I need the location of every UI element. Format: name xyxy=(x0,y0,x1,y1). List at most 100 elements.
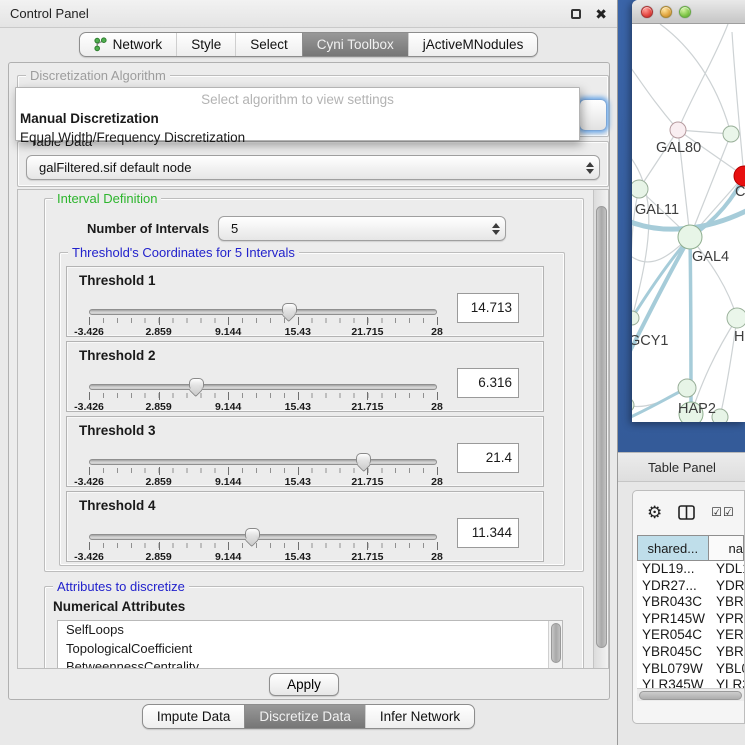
interval-definition-group: Interval Definition Number of Intervals … xyxy=(44,198,584,572)
tab-jactivemnodules[interactable]: jActiveMNodules xyxy=(408,33,538,56)
close-icon[interactable]: ✖ xyxy=(595,9,607,19)
threshold-1-value-field[interactable]: 14.713 xyxy=(457,293,519,323)
column-header-name[interactable]: na xyxy=(709,535,744,561)
number-of-intervals-combobox[interactable]: 5 xyxy=(218,216,506,241)
table-row[interactable]: YBL079WYBL0 xyxy=(637,661,744,678)
table-panel-card: ⚙ ☑☑ shared... na YDL19...YDL1 YDR27...Y… xyxy=(632,490,745,724)
list-item[interactable]: BetweennessCentrality xyxy=(58,658,562,669)
table-row[interactable]: YER054CYER0 xyxy=(637,627,744,644)
vertical-scrollbar[interactable] xyxy=(593,190,608,668)
top-tab-group: Network Style Select Cyni Toolbox jActiv… xyxy=(79,32,539,57)
table-row[interactable]: YDL19...YDL1 xyxy=(637,561,744,578)
node[interactable] xyxy=(632,398,634,412)
tab-discretize-data[interactable]: Discretize Data xyxy=(244,705,365,728)
threshold-1-slider[interactable]: -3.4262.8599.14415.4321.71528 xyxy=(89,303,437,337)
threshold-2-value-field[interactable]: 6.316 xyxy=(457,368,519,398)
split-columns-icon[interactable] xyxy=(678,505,695,520)
table-data-combobox[interactable]: galFiltered.sif default node xyxy=(26,155,600,180)
gear-icon[interactable]: ⚙ xyxy=(647,504,662,521)
network-icon xyxy=(94,37,107,52)
threshold-3-slider[interactable]: -3.4262.8599.14415.4321.71528 xyxy=(89,453,437,487)
threshold-coordinates-label: Threshold's Coordinates for 5 Intervals xyxy=(68,245,299,260)
threshold-4-panel: Threshold 4 -3.4262.8599.14415.4321.7152… xyxy=(66,491,544,562)
node-label-gal80: GAL80 xyxy=(656,140,701,156)
node-gal4[interactable] xyxy=(678,225,702,249)
slider-handle[interactable] xyxy=(282,303,297,320)
slider-handle[interactable] xyxy=(245,528,260,545)
vertical-scrollbar-thumb[interactable] xyxy=(596,206,607,648)
slider-track[interactable] xyxy=(89,534,437,540)
table-row[interactable]: YBR045CYBR0 xyxy=(637,644,744,661)
cyni-toolbox-panel: Discretization Algorithm Table Data galF… xyxy=(8,62,610,700)
threshold-3-value-field[interactable]: 21.4 xyxy=(457,443,519,473)
column-header-shared[interactable]: shared... xyxy=(637,535,709,561)
algorithm-combobox[interactable] xyxy=(579,99,607,131)
table-row[interactable]: YDR27...YDR2 xyxy=(637,578,744,595)
numerical-attributes-list: SelfLoops TopologicalCoefficient Between… xyxy=(57,620,563,669)
slider-handle[interactable] xyxy=(189,378,204,395)
network-window-titlebar[interactable] xyxy=(632,0,745,24)
node-selected-red[interactable] xyxy=(734,166,745,186)
slider-handle[interactable] xyxy=(356,453,371,470)
zoom-traffic-light[interactable] xyxy=(679,6,691,18)
list-item[interactable]: TopologicalCoefficient xyxy=(58,640,562,659)
slider-track[interactable] xyxy=(89,459,437,465)
tab-infer-network[interactable]: Infer Network xyxy=(365,705,474,728)
list-scrollbar[interactable] xyxy=(548,621,562,669)
threshold-4-value-field[interactable]: 11.344 xyxy=(457,518,519,548)
close-traffic-light[interactable] xyxy=(641,6,653,18)
horizontal-scrollbar[interactable] xyxy=(637,688,744,701)
tab-impute-data[interactable]: Impute Data xyxy=(143,705,245,728)
table-row[interactable]: YBR043CYBR0 xyxy=(637,594,744,611)
horizontal-scrollbar-thumb[interactable] xyxy=(639,691,742,700)
tab-style[interactable]: Style xyxy=(176,33,235,56)
apply-button[interactable]: Apply xyxy=(269,673,339,696)
panel-title: Control Panel xyxy=(10,6,89,21)
tab-select[interactable]: Select xyxy=(235,33,302,56)
table-data-value: galFiltered.sif default node xyxy=(27,160,581,175)
node-gal80[interactable] xyxy=(670,122,686,138)
node-gcy1[interactable] xyxy=(632,311,639,325)
list-item[interactable]: SelfLoops xyxy=(58,621,562,640)
numerical-attributes-label: Numerical Attributes xyxy=(53,599,185,614)
slider-track[interactable] xyxy=(89,309,437,315)
threshold-coordinates-group: Threshold's Coordinates for 5 Intervals … xyxy=(59,252,565,566)
stepper-icon xyxy=(487,223,505,235)
threshold-3-panel: Threshold 3 -3.4262.8599.14415.4321.7152… xyxy=(66,416,544,487)
table-row[interactable]: YLR345WYLR3 xyxy=(637,677,744,688)
desktop-area: GAL80 GAL11 GAL4 GCY1 HAP2 H C Table Pan… xyxy=(618,0,745,745)
network-canvas[interactable]: GAL80 GAL11 GAL4 GCY1 HAP2 H C xyxy=(632,24,745,422)
popup-option-manual-discretization[interactable]: Manual Discretization xyxy=(16,109,579,128)
table-panel-body: ⚙ ☑☑ shared... na YDL19...YDL1 YDR27...Y… xyxy=(618,482,745,745)
threshold-2-label: Threshold 2 xyxy=(79,348,156,363)
threshold-1-label: Threshold 1 xyxy=(79,273,156,288)
popup-option-equal-width-frequency[interactable]: Equal Width/Frequency Discretization xyxy=(16,128,579,147)
attributes-group: Attributes to discretize Numerical Attri… xyxy=(44,586,584,669)
threshold-1-panel: Threshold 1 -3.4262.8599.14415.4321.7152… xyxy=(66,266,544,337)
threshold-3-label: Threshold 3 xyxy=(79,423,156,438)
list-scrollbar-thumb[interactable] xyxy=(551,623,561,663)
node-table: shared... na YDL19...YDL1 YDR27...YDR2 Y… xyxy=(637,535,744,688)
table-header-row: shared... na xyxy=(637,535,744,561)
node-gal11[interactable] xyxy=(632,180,648,198)
control-panel-titlebar: Control Panel ✖ xyxy=(0,0,617,28)
tab-network[interactable]: Network xyxy=(80,33,177,56)
node[interactable] xyxy=(723,126,739,142)
bottom-tab-group: Impute Data Discretize Data Infer Networ… xyxy=(142,704,475,729)
table-panel-title: Table Panel xyxy=(648,460,716,475)
tab-cyni-toolbox[interactable]: Cyni Toolbox xyxy=(302,33,408,56)
threshold-2-slider[interactable]: -3.4262.8599.14415.4321.71528 xyxy=(89,378,437,412)
number-of-intervals-label: Number of Intervals xyxy=(87,221,209,236)
checkbox-icons[interactable]: ☑☑ xyxy=(711,505,735,519)
threshold-4-slider[interactable]: -3.4262.8599.14415.4321.71528 xyxy=(89,528,437,562)
slider-minor-ticks xyxy=(89,393,437,398)
table-panel-titlebar: Table Panel xyxy=(618,452,745,482)
table-row[interactable]: YPR145WYPR1 xyxy=(637,611,744,628)
node[interactable] xyxy=(727,308,745,328)
node-label-partial-c: C xyxy=(735,184,745,200)
slider-track[interactable] xyxy=(89,384,437,390)
node-hap2[interactable] xyxy=(678,379,696,397)
interval-definition-label: Interval Definition xyxy=(53,191,161,206)
float-window-icon[interactable] xyxy=(571,9,581,19)
minimize-traffic-light[interactable] xyxy=(660,6,672,18)
